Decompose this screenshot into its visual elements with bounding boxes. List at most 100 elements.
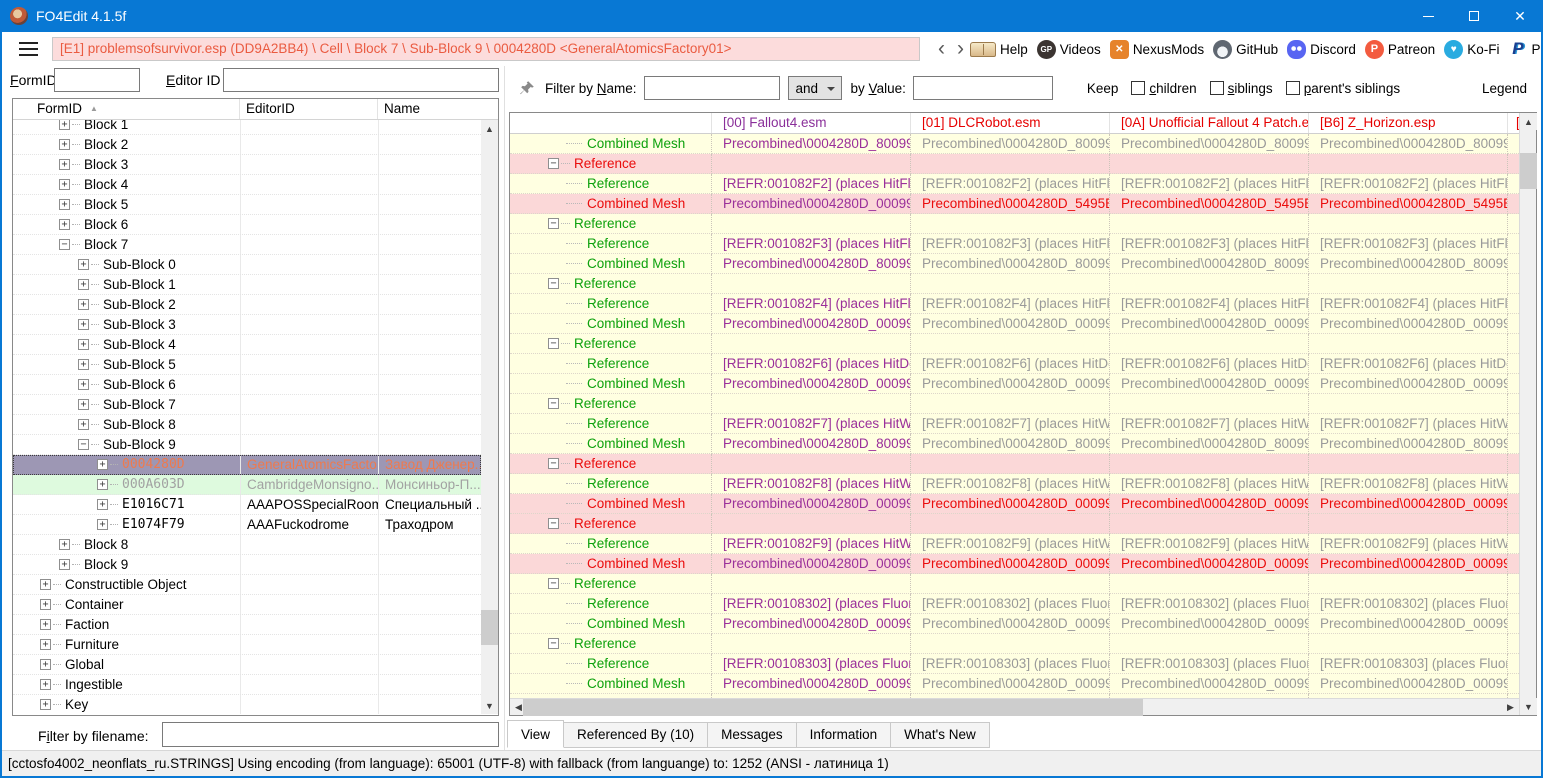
legend-link[interactable]: Legend — [1482, 81, 1527, 96]
grid-row[interactable]: Reference[REFR:001082F9] (places HitWind… — [510, 534, 1519, 554]
tree-row[interactable]: +Block 4 — [13, 175, 481, 195]
tree-row[interactable]: +Furniture — [13, 635, 481, 655]
grid-row[interactable]: Combined MeshPrecombined\0004280D_00099B… — [510, 614, 1519, 634]
link-videos[interactable]: Videos — [1037, 40, 1101, 59]
grid-row[interactable]: −Reference — [510, 454, 1519, 474]
grid-hscrollbar-thumb[interactable] — [523, 699, 1143, 716]
tree-row[interactable]: +Block 8 — [13, 535, 481, 555]
tree-row[interactable]: +Block 3 — [13, 155, 481, 175]
tab-what-s-new[interactable]: What's New — [891, 722, 990, 748]
expand-icon[interactable]: + — [40, 679, 51, 690]
expand-icon[interactable]: + — [78, 379, 89, 390]
expand-icon[interactable]: + — [59, 199, 70, 210]
grid-row[interactable]: Combined MeshPrecombined\0004280D_00099B… — [510, 674, 1519, 694]
formid-input[interactable] — [54, 68, 140, 92]
expand-icon[interactable]: + — [78, 359, 89, 370]
grid-row[interactable]: Reference[REFR:001082F8] (places HitWind… — [510, 474, 1519, 494]
link-paypal[interactable]: PayPal — [1508, 40, 1543, 59]
grid-vscrollbar-thumb[interactable] — [1520, 153, 1537, 189]
tree-row[interactable]: −Sub-Block 9 — [13, 435, 481, 455]
tab-messages[interactable]: Messages — [708, 722, 797, 748]
expand-icon[interactable]: + — [97, 459, 108, 470]
tree-row[interactable]: +Block 5 — [13, 195, 481, 215]
grid-column-header[interactable]: [B6] Z_Horizon.esp — [1309, 113, 1508, 133]
tree-row[interactable]: +Sub-Block 7 — [13, 395, 481, 415]
expand-icon[interactable]: + — [78, 259, 89, 270]
tree-row[interactable]: +Sub-Block 5 — [13, 355, 481, 375]
grid-row[interactable]: Combined MeshPrecombined\0004280D_80099B… — [510, 134, 1519, 154]
expand-icon[interactable]: + — [78, 339, 89, 350]
scroll-right-icon[interactable]: ▶ — [1502, 699, 1519, 716]
tree-row[interactable]: +Block 2 — [13, 135, 481, 155]
collapse-icon[interactable]: − — [548, 578, 559, 589]
tree-row[interactable]: +Ingestible — [13, 675, 481, 695]
tree-row[interactable]: +0004280DGeneralAtomicsFacto...Завод Дже… — [13, 455, 481, 475]
tree-column-formid[interactable]: FormID▲ — [13, 99, 240, 119]
expand-icon[interactable]: + — [40, 699, 51, 710]
grid-row[interactable]: Reference[REFR:001082F7] (places HitWind… — [510, 414, 1519, 434]
link-help[interactable]: Help — [970, 42, 1028, 57]
expand-icon[interactable]: − — [59, 239, 70, 250]
tree-row[interactable]: +Faction — [13, 615, 481, 635]
tree-row[interactable]: +Sub-Block 3 — [13, 315, 481, 335]
scroll-down-icon[interactable]: ▼ — [481, 697, 498, 714]
link-github[interactable]: GitHub — [1213, 40, 1278, 59]
collapse-icon[interactable]: − — [548, 518, 559, 529]
tree-row[interactable]: +Sub-Block 4 — [13, 335, 481, 355]
tree-row[interactable]: +Key — [13, 695, 481, 714]
grid-column-header[interactable]: [00] Fallout4.esm — [712, 113, 911, 133]
expand-icon[interactable]: + — [59, 159, 70, 170]
grid-row[interactable]: −Reference — [510, 574, 1519, 594]
maximize-button[interactable] — [1451, 0, 1497, 32]
minimize-button[interactable] — [1405, 0, 1451, 32]
close-button[interactable]: ✕ — [1497, 0, 1543, 32]
link-kofi[interactable]: Ko-Fi — [1444, 40, 1499, 59]
tree-row[interactable]: +E1074F79AAAFuckodromeТраходром — [13, 515, 481, 535]
collapse-icon[interactable]: − — [548, 218, 559, 229]
tree-row[interactable]: +E1016C71AAAPOSSpecialRoomСпециальный ..… — [13, 495, 481, 515]
expand-icon[interactable]: + — [40, 599, 51, 610]
expand-icon[interactable]: + — [40, 639, 51, 650]
keep-checkbox-parents-siblings[interactable]: parent's siblings — [1286, 81, 1400, 96]
tree-column-editorid[interactable]: EditorID — [240, 99, 378, 119]
expand-icon[interactable]: + — [78, 399, 89, 410]
tree-row[interactable]: +Container — [13, 595, 481, 615]
tree-row[interactable]: +Constructible Object — [13, 575, 481, 595]
grid-row[interactable]: Combined MeshPrecombined\0004280D_00099B… — [510, 194, 1519, 214]
grid-row[interactable]: −Reference — [510, 394, 1519, 414]
grid-row[interactable]: Combined MeshPrecombined\0004280D_00099B… — [510, 494, 1519, 514]
menu-button[interactable] — [19, 42, 38, 56]
breadcrumb[interactable]: [E1] problemsofsurvivor.esp (DD9A2BB4) \… — [52, 37, 920, 61]
pin-icon[interactable] — [519, 80, 535, 96]
expand-icon[interactable]: + — [97, 499, 108, 510]
tab-view[interactable]: View — [507, 720, 564, 748]
scroll-up-icon[interactable]: ▲ — [481, 120, 498, 137]
tree-row[interactable]: +Sub-Block 6 — [13, 375, 481, 395]
filter-name-input[interactable] — [644, 76, 780, 100]
tree-row[interactable]: +Block 9 — [13, 555, 481, 575]
grid-row[interactable]: Reference[REFR:001082F3] (places HitFloo… — [510, 234, 1519, 254]
grid-column-header[interactable]: [01] DLCRobot.esm — [911, 113, 1110, 133]
grid-column-header[interactable]: [0A] Unofficial Fallout 4 Patch.esp — [1110, 113, 1309, 133]
grid-row[interactable]: Combined MeshPrecombined\0004280D_00099B… — [510, 374, 1519, 394]
grid-row[interactable]: Reference[REFR:001082F4] (places HitFloo… — [510, 294, 1519, 314]
expand-icon[interactable]: + — [59, 139, 70, 150]
expand-icon[interactable]: + — [59, 219, 70, 230]
tree-scrollbar-thumb[interactable] — [481, 610, 498, 645]
grid-row[interactable]: −Reference — [510, 154, 1519, 174]
back-button[interactable]: ‹ — [932, 39, 951, 59]
scroll-down-icon[interactable]: ▼ — [1520, 698, 1537, 715]
keep-checkbox-siblings[interactable]: siblings — [1210, 81, 1273, 96]
expand-icon[interactable]: + — [40, 659, 51, 670]
tree-column-name[interactable]: Name — [378, 99, 498, 119]
tree-row[interactable]: +Sub-Block 2 — [13, 295, 481, 315]
tab-referenced-by-10-[interactable]: Referenced By (10) — [564, 722, 708, 748]
grid-row[interactable]: Combined MeshPrecombined\0004280D_80099B… — [510, 254, 1519, 274]
forward-button[interactable]: › — [951, 39, 970, 59]
grid-row[interactable]: Reference[REFR:001082F2] (places HitFloo… — [510, 174, 1519, 194]
tree-row[interactable]: +Block 1 — [13, 120, 481, 135]
grid-row[interactable]: −Reference — [510, 334, 1519, 354]
grid-row[interactable]: Combined MeshPrecombined\0004280D_00099B… — [510, 554, 1519, 574]
tree-row[interactable]: −Block 7 — [13, 235, 481, 255]
collapse-icon[interactable]: − — [548, 398, 559, 409]
